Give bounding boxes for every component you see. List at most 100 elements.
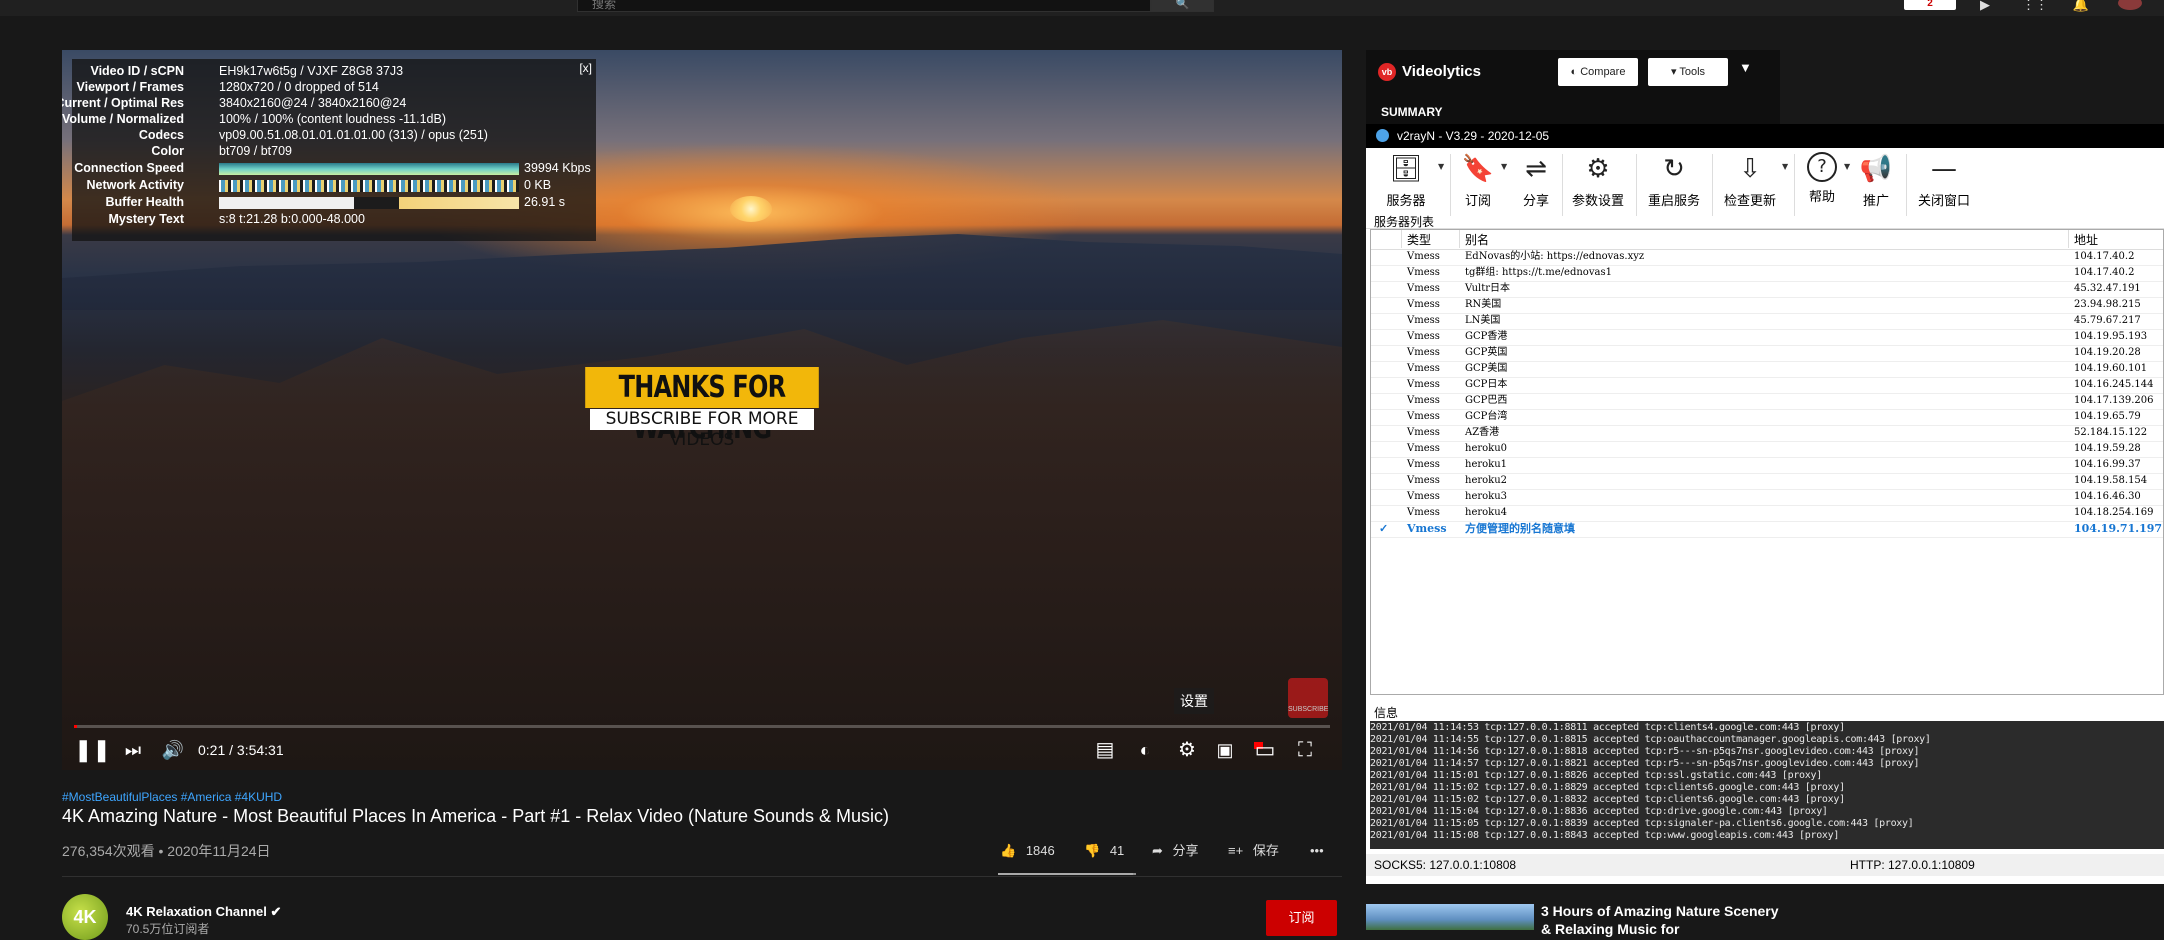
dislike-button[interactable]: 👎 41 (1084, 839, 1124, 863)
table-row[interactable]: Vmess LN美国 45.79.67.217 (1371, 313, 2163, 330)
search-input[interactable]: 搜索 (577, 0, 1151, 12)
toolbar-help-button[interactable]: ? 帮助 (1802, 152, 1842, 222)
table-row[interactable]: Vmess heroku0 104.19.59.28 (1371, 441, 2163, 458)
video-hashtags[interactable]: #MostBeautifulPlaces #America #4KUHD (62, 790, 282, 804)
compare-button[interactable]: ◐ Compare (1558, 58, 1638, 86)
table-row[interactable]: Vmess EdNovas的小站: https://ednovas.xyz 104.… (1371, 249, 2163, 266)
table-row[interactable]: Vmess tg群组: https://t.me/ednovas1 104.17.4… (1371, 265, 2163, 282)
v2rayn-titlebar[interactable]: v2rayN - V3.29 - 2020-12-05 (1366, 124, 2164, 148)
settings-gear-icon[interactable]: ⚙ (1174, 736, 1200, 764)
connection-speed-graph (219, 163, 519, 175)
toolbar-promotion-button[interactable]: 📢 推广 (1856, 152, 1896, 222)
column-header-type[interactable]: 类型 (1407, 232, 1431, 248)
servers-dropdown-arrow[interactable]: ▼ (1438, 162, 1444, 171)
stat-row-connection-speed: Connection Speed 39994 Kbps (72, 160, 596, 176)
cell-alias: GCP日本 (1465, 379, 1508, 390)
notification-count-badge[interactable]: 2 (1904, 0, 1956, 10)
summary-heading: SUMMARY (1381, 105, 1443, 119)
cell-address: 104.16.99.37 (2074, 459, 2141, 470)
fullscreen-icon[interactable]: ⛶ (1292, 736, 1318, 764)
miniplayer-icon[interactable]: ▣ (1212, 736, 1238, 764)
buffer-health-graph (219, 197, 519, 209)
video-player[interactable]: THANKS FOR WATCHING SUBSCRIBE FOR MORE V… (62, 50, 1342, 770)
toolbar-subscribe-button[interactable]: 🔖 订阅 (1458, 152, 1498, 222)
recommended-video-thumbnail[interactable] (1366, 904, 1534, 930)
toolbar-check-update-button[interactable]: ⇩ 检查更新 (1720, 152, 1780, 222)
cell-alias: RN美国 (1465, 299, 1502, 310)
progress-bar[interactable] (74, 725, 1330, 728)
column-header-alias[interactable]: 别名 (1465, 232, 1489, 248)
table-row[interactable]: Vmess RN美国 23.94.98.215 (1371, 297, 2163, 314)
video-camera-icon[interactable]: ▶ (1974, 0, 1996, 12)
http-proxy-status: HTTP: 127.0.0.1:10809 (1850, 858, 1975, 872)
channel-avatar[interactable]: 4K (62, 894, 108, 940)
stat-value: 100% / 100% (content loudness -11.1dB) (219, 112, 446, 126)
table-row[interactable]: Vmess heroku3 104.16.46.30 (1371, 489, 2163, 506)
help-dropdown-arrow[interactable]: ▼ (1844, 162, 1850, 171)
theater-mode-icon[interactable]: ▭ (1250, 736, 1280, 764)
recommended-video-title[interactable]: 3 Hours of Amazing Nature Scenery & Rela… (1541, 902, 1781, 938)
log-output[interactable]: 2021/01/04 11:14:53 tcp:127.0.0.1:8811 a… (1370, 721, 2164, 849)
autoplay-toggle[interactable]: ◐ (1130, 736, 1160, 764)
table-row[interactable]: Vmess GCP英国 104.19.20.28 (1371, 345, 2163, 362)
cell-alias: heroku0 (1465, 443, 1508, 454)
table-row[interactable]: Vmess AZ香港 52.184.15.122 (1371, 425, 2163, 442)
cell-address: 104.19.65.79 (2074, 411, 2141, 422)
channel-watermark[interactable]: SUBSCRIBE (1288, 678, 1328, 718)
apps-grid-icon[interactable]: ⋮⋮ (2022, 0, 2048, 12)
table-row[interactable]: Vmess GCP巴西 104.17.139.206 (1371, 393, 2163, 410)
toolbar-label: 关闭窗口 (1917, 194, 1970, 209)
download-icon: ⇩ (1739, 154, 1761, 184)
info-label: 信息 (1374, 706, 1399, 720)
table-row[interactable]: Vmess heroku1 104.16.99.37 (1371, 457, 2163, 474)
toolbar-close-window-button[interactable]: — 关闭窗口 (1912, 152, 1976, 222)
table-row-active[interactable]: ✓ Vmess 方便管理的别名随意填 104.19.71.197 (1371, 521, 2163, 538)
cell-type: Vmess (1407, 363, 1440, 374)
subtitles-icon[interactable]: ▤ (1092, 736, 1118, 764)
cell-address: 45.79.67.217 (2074, 315, 2141, 326)
cell-address: 52.184.15.122 (2074, 427, 2148, 438)
toolbar-servers-button[interactable]: 🗄 服务器 (1384, 152, 1428, 222)
table-row[interactable]: Vmess heroku4 104.18.254.169 (1371, 505, 2163, 522)
pause-button[interactable]: ❚❚ (74, 736, 111, 764)
bell-icon[interactable]: 🔔 (2070, 0, 2092, 12)
table-row[interactable]: Vmess GCP美国 104.19.60.101 (1371, 361, 2163, 378)
table-row[interactable]: Vmess GCP日本 104.16.245.144 (1371, 377, 2163, 394)
toolbar-share-button[interactable]: ⇌ 分享 (1516, 152, 1556, 222)
stat-label: Color (151, 144, 184, 158)
tools-button[interactable]: ▾ Tools (1648, 58, 1728, 86)
toolbar-restart-button[interactable]: ↻ 重启服务 (1644, 152, 1704, 222)
column-separator (1401, 230, 1402, 248)
more-actions-button[interactable]: ••• (1310, 839, 1324, 863)
table-row[interactable]: Vmess heroku2 104.19.58.154 (1371, 473, 2163, 490)
toolbar-label: 推广 (1862, 194, 1889, 209)
videolytics-collapse-icon[interactable]: ▼ (1739, 60, 1752, 75)
cell-alias: tg群组: https://t.me/ednovas1 (1465, 267, 1612, 278)
stat-row-mystery-text: Mystery Text s:8 t:21.28 b:0.000-48.000 (72, 211, 596, 227)
stat-value[interactable]: EH9k17w6t5g / VJXF Z8G8 37J3 (219, 63, 403, 79)
share-button[interactable]: ➦ 分享 (1152, 839, 1199, 863)
update-dropdown-arrow[interactable]: ▼ (1782, 162, 1788, 171)
table-row[interactable]: Vmess Vultr日本 45.32.47.191 (1371, 281, 2163, 298)
save-button[interactable]: ≡+ 保存 (1228, 839, 1279, 863)
playlist-add-icon: ≡+ (1228, 843, 1244, 858)
volume-icon[interactable]: 🔊 (158, 736, 188, 764)
search-button[interactable]: 🔍 (1151, 0, 1214, 12)
server-list-table[interactable]: 类型 别名 地址 Vmess EdNovas的小站: https://ednova… (1370, 229, 2164, 695)
stat-label: Current / Optimal Res (62, 96, 184, 110)
cell-type: Vmess (1407, 315, 1440, 326)
toolbar-settings-button[interactable]: ⚙ 参数设置 (1568, 152, 1628, 222)
toolbar-separator (1794, 154, 1795, 216)
subscribe-dropdown-arrow[interactable]: ▼ (1501, 162, 1507, 171)
table-row[interactable]: Vmess GCP香港 104.19.95.193 (1371, 329, 2163, 346)
column-header-address[interactable]: 地址 (2074, 232, 2098, 248)
video-title: 4K Amazing Nature - Most Beautiful Place… (62, 806, 890, 826)
cell-alias: GCP美国 (1465, 363, 1508, 374)
cell-alias: GCP巴西 (1465, 395, 1508, 406)
table-row[interactable]: Vmess GCP台湾 104.19.65.79 (1371, 409, 2163, 426)
thumbs-down-icon: 👎 (1084, 843, 1101, 858)
channel-name[interactable]: 4K Relaxation Channel ✔ (126, 904, 281, 920)
subscribe-button[interactable]: 订阅 (1266, 900, 1337, 936)
next-button[interactable]: ⏭ (118, 736, 148, 764)
like-button[interactable]: 👍 1846 (1000, 839, 1055, 863)
